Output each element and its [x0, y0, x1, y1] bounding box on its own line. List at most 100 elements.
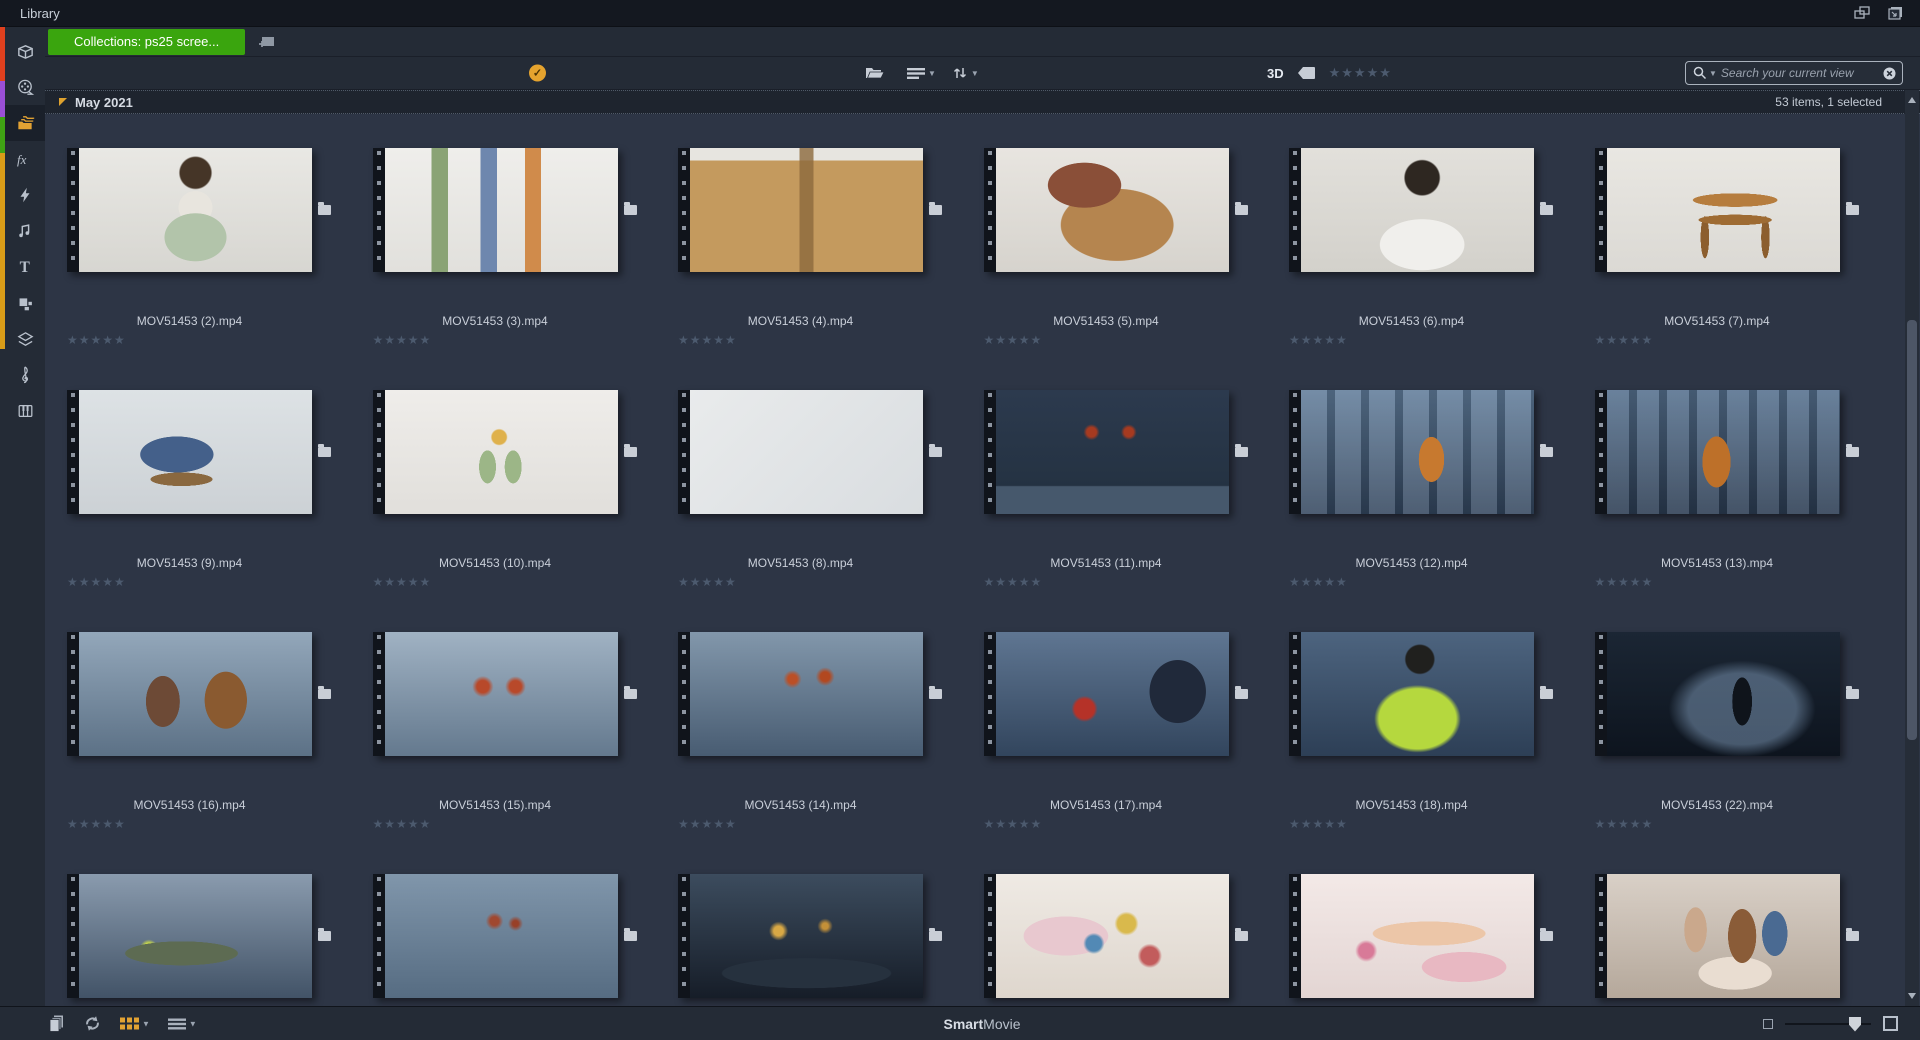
thumbnail-size-slider[interactable] — [1785, 1016, 1871, 1032]
search-icon[interactable] — [1693, 66, 1707, 80]
undock-icon[interactable] — [1854, 6, 1872, 20]
library-item[interactable]: MOV51453 (11).mp4 ★★★★★ — [984, 390, 1290, 632]
item-rating-stars[interactable]: ★★★★★ — [1595, 577, 1901, 588]
item-rating-stars[interactable]: ★★★★★ — [373, 335, 679, 346]
3d-filter-label[interactable]: 3D — [1267, 66, 1284, 81]
item-rating-stars[interactable]: ★★★★★ — [984, 819, 1290, 830]
tag-icon[interactable] — [1298, 67, 1315, 79]
scrollbar-thumb[interactable] — [1907, 320, 1917, 740]
item-rating-stars[interactable]: ★★★★★ — [67, 577, 373, 588]
video-thumbnail[interactable] — [373, 390, 618, 514]
video-thumbnail[interactable] — [67, 148, 312, 272]
video-thumbnail[interactable] — [373, 148, 618, 272]
sidebar-item-instruments[interactable] — [5, 393, 45, 429]
sidebar-item-music[interactable] — [5, 213, 45, 249]
video-thumbnail[interactable] — [67, 390, 312, 514]
item-rating-stars[interactable]: ★★★★★ — [67, 335, 373, 346]
item-rating-stars[interactable]: ★★★★★ — [67, 819, 373, 830]
video-thumbnail[interactable] — [678, 390, 923, 514]
library-item[interactable]: MOV51453 (14).mp4 ★★★★★ — [678, 632, 984, 874]
sort-icon[interactable]: ▼ — [952, 66, 979, 80]
slider-handle[interactable] — [1849, 1017, 1861, 1032]
video-thumbnail[interactable] — [67, 874, 312, 998]
video-thumbnail[interactable] — [1595, 390, 1840, 514]
video-thumbnail[interactable] — [1595, 632, 1840, 756]
library-item[interactable]: MOV51453 (16).mp4 ★★★★★ — [67, 632, 373, 874]
video-thumbnail[interactable] — [1289, 874, 1534, 998]
library-item[interactable]: MOV51453 (6).mp4 ★★★★★ — [1289, 148, 1595, 390]
sidebar-item-scorefitter[interactable] — [5, 357, 45, 393]
sidebar-item-titles[interactable]: T — [5, 249, 45, 285]
sync-icon[interactable] — [83, 1015, 102, 1033]
sidebar-item-media-box[interactable] — [5, 33, 45, 69]
video-thumbnail[interactable] — [67, 632, 312, 756]
video-thumbnail[interactable] — [1289, 632, 1534, 756]
library-item[interactable] — [1595, 874, 1901, 1006]
item-rating-stars[interactable]: ★★★★★ — [678, 335, 984, 346]
rating-filter-stars[interactable]: ★★★★★ — [1329, 65, 1392, 81]
video-thumbnail[interactable] — [1595, 148, 1840, 272]
sidebar-item-overlays[interactable] — [5, 321, 45, 357]
zoom-out-square-icon[interactable] — [1763, 1019, 1773, 1029]
item-rating-stars[interactable]: ★★★★★ — [984, 335, 1290, 346]
video-thumbnail[interactable] — [984, 390, 1229, 514]
video-thumbnail[interactable] — [373, 874, 618, 998]
video-thumbnail[interactable] — [678, 874, 923, 998]
library-item[interactable]: MOV51453 (5).mp4 ★★★★★ — [984, 148, 1290, 390]
grid-view-icon[interactable]: ▼ — [120, 1017, 150, 1030]
library-item[interactable]: MOV51453 (13).mp4 ★★★★★ — [1595, 390, 1901, 632]
library-item[interactable]: MOV51453 (4).mp4 ★★★★★ — [678, 148, 984, 390]
copy-pages-icon[interactable] — [48, 1014, 65, 1033]
video-thumbnail[interactable] — [1289, 148, 1534, 272]
collapse-triangle-icon[interactable] — [59, 98, 67, 106]
item-rating-stars[interactable]: ★★★★★ — [1595, 335, 1901, 346]
library-item[interactable] — [678, 874, 984, 1006]
list-small-icon[interactable]: ▼ — [168, 1017, 197, 1030]
sidebar-item-effects[interactable]: fx — [5, 141, 45, 177]
item-rating-stars[interactable]: ★★★★★ — [1595, 819, 1901, 830]
item-rating-stars[interactable]: ★★★★★ — [984, 577, 1290, 588]
new-tab-icon[interactable] — [257, 34, 275, 50]
sidebar-item-montage[interactable] — [5, 285, 45, 321]
scroll-up-button[interactable] — [1905, 92, 1919, 108]
library-item[interactable] — [1289, 874, 1595, 1006]
expand-panel-icon[interactable] — [1888, 6, 1906, 20]
library-item[interactable]: MOV51453 (10).mp4 ★★★★★ — [373, 390, 679, 632]
list-view-icon[interactable]: ▼ — [907, 67, 936, 80]
library-item[interactable]: MOV51453 (7).mp4 ★★★★★ — [1595, 148, 1901, 390]
video-thumbnail[interactable] — [1595, 874, 1840, 998]
library-item[interactable]: MOV51453 (8).mp4 ★★★★★ — [678, 390, 984, 632]
video-thumbnail[interactable] — [984, 874, 1229, 998]
video-thumbnail[interactable] — [678, 148, 923, 272]
check-circle-icon[interactable]: ✓ — [529, 65, 546, 82]
smartmovie-label[interactable]: SmartMovie — [943, 1016, 1020, 1032]
item-rating-stars[interactable]: ★★★★★ — [678, 577, 984, 588]
item-rating-stars[interactable]: ★★★★★ — [1289, 335, 1595, 346]
item-rating-stars[interactable]: ★★★★★ — [1289, 819, 1595, 830]
video-thumbnail[interactable] — [1289, 390, 1534, 514]
item-rating-stars[interactable]: ★★★★★ — [373, 577, 679, 588]
item-rating-stars[interactable]: ★★★★★ — [1289, 577, 1595, 588]
video-thumbnail[interactable] — [678, 632, 923, 756]
search-input[interactable] — [1721, 66, 1883, 80]
library-item[interactable]: MOV51453 (18).mp4 ★★★★★ — [1289, 632, 1595, 874]
library-item[interactable] — [373, 874, 679, 1006]
item-rating-stars[interactable]: ★★★★★ — [373, 819, 679, 830]
video-thumbnail[interactable] — [373, 632, 618, 756]
sidebar-item-film-reel[interactable] — [5, 69, 45, 105]
scroll-down-button[interactable] — [1905, 988, 1919, 1004]
zoom-in-square-icon[interactable] — [1883, 1016, 1898, 1031]
library-item[interactable]: MOV51453 (15).mp4 ★★★★★ — [373, 632, 679, 874]
clear-search-icon[interactable] — [1883, 67, 1896, 80]
active-collection-tab[interactable]: Collections: ps25 scree... — [48, 29, 245, 55]
library-item[interactable]: MOV51453 (2).mp4 ★★★★★ — [67, 148, 373, 390]
library-item[interactable]: MOV51453 (17).mp4 ★★★★★ — [984, 632, 1290, 874]
vertical-scrollbar[interactable] — [1905, 90, 1919, 1006]
chevron-down-icon[interactable]: ▼ — [1709, 69, 1717, 78]
library-item[interactable] — [67, 874, 373, 1006]
video-thumbnail[interactable] — [984, 632, 1229, 756]
library-item[interactable]: MOV51453 (22).mp4 ★★★★★ — [1595, 632, 1901, 874]
sidebar-item-collections[interactable] — [5, 105, 45, 141]
item-rating-stars[interactable]: ★★★★★ — [678, 819, 984, 830]
video-thumbnail[interactable] — [984, 148, 1229, 272]
